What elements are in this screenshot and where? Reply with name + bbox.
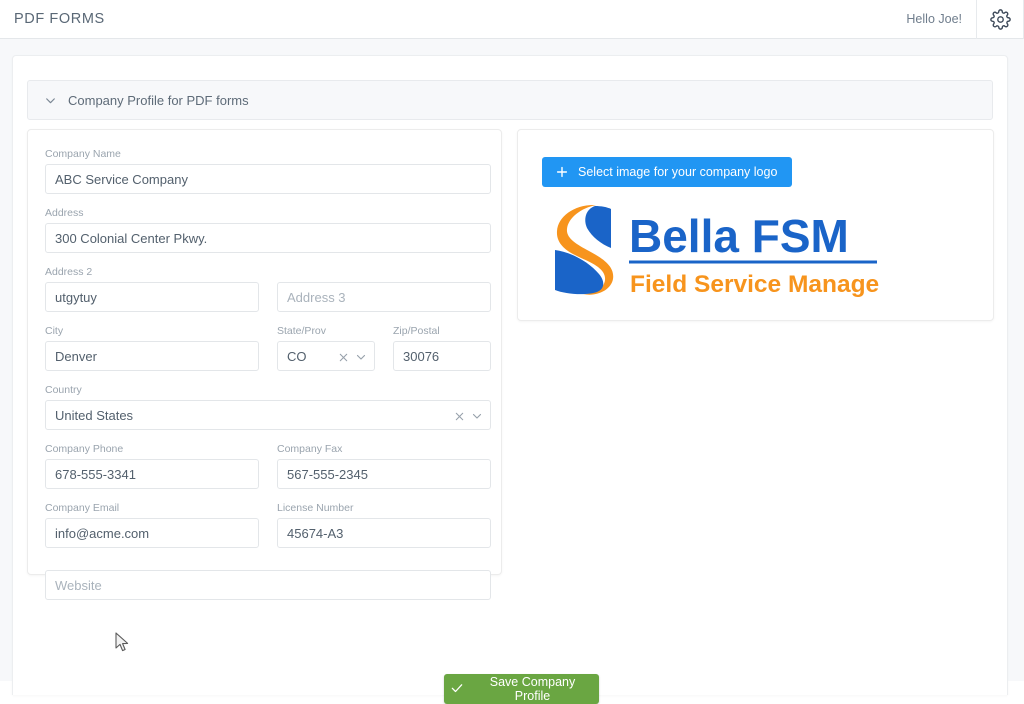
address3-input[interactable]: Address 3: [277, 282, 491, 312]
zip-input[interactable]: 30076: [393, 341, 491, 371]
company-logo-panel: Select image for your company logo Bella…: [517, 129, 994, 321]
settings-button[interactable]: [977, 0, 1023, 39]
topbar-right-group: Hello Joe!: [892, 0, 1024, 39]
address-input[interactable]: 300 Colonial Center Pkwy.: [45, 223, 491, 253]
phone-label: Company Phone: [45, 443, 124, 455]
field-company-name: Company Name ABC Service Company: [45, 147, 491, 194]
country-select-value: United States: [55, 407, 134, 423]
phone-fax-row: Company Phone 678-555-3341 Company Fax 5…: [45, 442, 491, 489]
email-label: Company Email: [45, 502, 120, 514]
state-select-value: CO: [287, 348, 307, 364]
field-address3: Address 3: [277, 265, 491, 312]
address2-label: Address 2: [45, 266, 93, 278]
fax-input[interactable]: 567-555-2345: [277, 459, 491, 489]
field-phone: Company Phone 678-555-3341: [45, 442, 259, 489]
user-greeting: Hello Joe!: [906, 12, 962, 26]
close-icon[interactable]: [454, 411, 465, 422]
state-select[interactable]: CO: [277, 341, 375, 371]
field-address: Address 300 Colonial Center Pkwy.: [45, 206, 491, 253]
top-bar: PDF FORMS Hello Joe!: [0, 0, 1024, 39]
accordion-header-company-profile[interactable]: Company Profile for PDF forms: [27, 80, 993, 120]
state-select-icons: [338, 342, 367, 372]
field-city: City Denver: [45, 324, 259, 371]
fax-label: Company Fax: [277, 443, 343, 455]
svg-text:Field Service Management: Field Service Management: [630, 271, 879, 298]
company-name-input[interactable]: ABC Service Company: [45, 164, 491, 194]
field-zip: Zip/Postal 30076: [393, 324, 491, 371]
chevron-down-icon[interactable]: [355, 351, 367, 363]
save-company-profile-button[interactable]: Save Company Profile: [444, 674, 599, 704]
city-input[interactable]: Denver: [45, 341, 259, 371]
city-label: City: [45, 325, 64, 337]
company-form-panel: Company Name ABC Service Company Address…: [27, 129, 502, 600]
company-form: Company Name ABC Service Company Address…: [45, 147, 491, 600]
address2-address3-row: Address 2 utgytuy Address 3: [45, 265, 491, 312]
city-state-zip-row: City Denver State/Prov CO Zip/Postal 300…: [45, 324, 491, 371]
phone-input[interactable]: 678-555-3341: [45, 459, 259, 489]
gear-icon: [989, 8, 1011, 30]
check-icon: [450, 681, 464, 698]
svg-text:Bella FSM: Bella FSM: [629, 210, 849, 262]
address-label: Address: [45, 207, 84, 219]
company-name-label: Company Name: [45, 148, 121, 160]
address3-label: [277, 265, 491, 279]
select-logo-image-label: Select image for your company logo: [578, 165, 778, 179]
field-license: License Number 45674-A3: [277, 501, 491, 548]
field-fax: Company Fax 567-555-2345: [277, 442, 491, 489]
save-company-profile-label: Save Company Profile: [489, 675, 576, 703]
bella-fsm-logo-svg: Bella FSM Field Service Management: [555, 204, 938, 298]
page-title: PDF FORMS: [14, 11, 105, 27]
plus-icon: [555, 165, 569, 179]
select-logo-image-button[interactable]: Select image for your company logo: [542, 157, 793, 187]
email-input[interactable]: info@acme.com: [45, 518, 259, 548]
country-select-icons: [454, 401, 483, 431]
email-license-row: Company Email info@acme.com License Numb…: [45, 501, 491, 548]
country-select[interactable]: United States: [45, 400, 491, 430]
close-icon[interactable]: [338, 352, 349, 363]
chevron-down-icon[interactable]: [471, 410, 483, 422]
website-input[interactable]: Website: [45, 570, 491, 600]
mouse-cursor: [115, 632, 131, 659]
address2-input[interactable]: utgytuy: [45, 282, 259, 312]
field-email: Company Email info@acme.com: [45, 501, 259, 548]
field-country: Country United States: [45, 383, 491, 430]
license-label: License Number: [277, 502, 354, 514]
field-address2: Address 2 utgytuy: [45, 265, 259, 312]
country-label: Country: [45, 384, 82, 396]
accordion-title: Company Profile for PDF forms: [68, 92, 249, 108]
license-input[interactable]: 45674-A3: [277, 518, 491, 548]
state-label: State/Prov: [277, 325, 327, 337]
field-state: State/Prov CO: [277, 324, 375, 371]
zip-label: Zip/Postal: [393, 325, 440, 337]
content-card: Company Profile for PDF forms Company Na…: [12, 55, 1008, 704]
company-logo-image: Bella FSM Field Service Management: [539, 200, 938, 300]
chevron-down-icon: [44, 94, 57, 107]
field-website: Website: [45, 570, 491, 600]
